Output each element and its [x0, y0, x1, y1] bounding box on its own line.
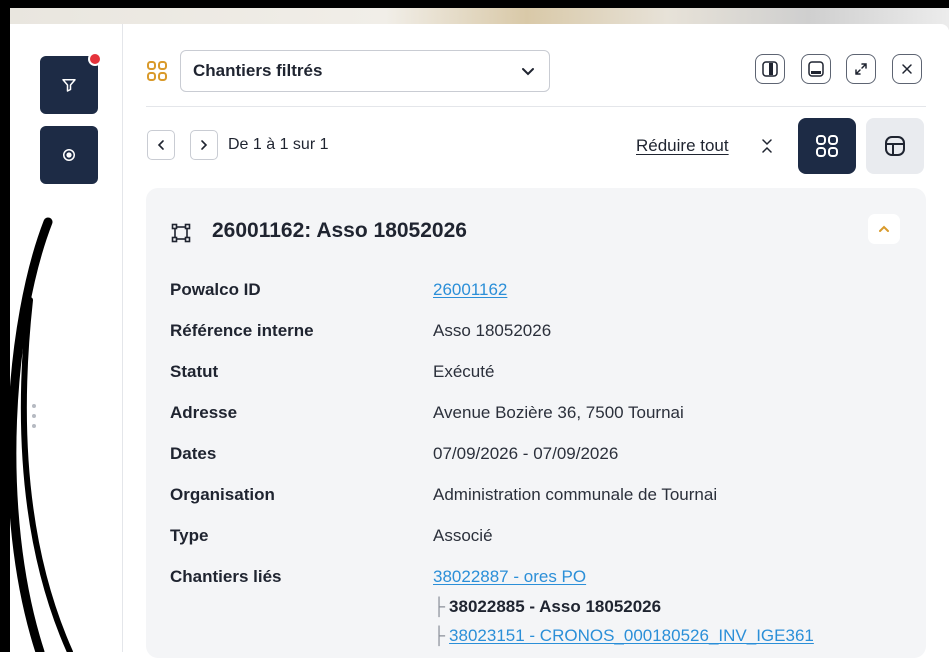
- chevron-down-icon: [522, 68, 534, 76]
- close-button[interactable]: [892, 54, 922, 84]
- chevron-up-icon: [879, 225, 889, 232]
- field-dates: Dates 07/09/2026 - 07/09/2026: [170, 444, 910, 466]
- filter-icon: [62, 79, 76, 92]
- pagination-status: De 1 à 1 sur 1: [228, 136, 329, 153]
- header-divider: [146, 106, 926, 107]
- linked-worksite-child: ├ 38023151 - CRONOS_000180526_INV_IGE361: [433, 626, 814, 646]
- field-label: Powalco ID: [170, 280, 261, 299]
- field-label: Dates: [170, 444, 217, 463]
- tree-branch-icon: ├: [433, 626, 446, 645]
- collapse-icon: [762, 139, 772, 153]
- field-value: Asso 18052026: [433, 321, 552, 340]
- chevron-right-icon: [201, 140, 208, 150]
- sidebar: [10, 24, 123, 652]
- split-vertical-icon: [762, 61, 778, 77]
- grid-icon: [147, 61, 167, 81]
- resize-handle[interactable]: [30, 404, 38, 438]
- linked-worksite-current: ├ 38022885 - Asso 18052026: [433, 597, 661, 617]
- expand-button[interactable]: [846, 54, 876, 84]
- expand-icon: [855, 63, 867, 75]
- linked-worksite-link[interactable]: 38023151 - CRONOS_000180526_INV_IGE361: [449, 626, 814, 645]
- notification-badge: [88, 52, 102, 66]
- field-address: Adresse Avenue Bozière 36, 7500 Tournai: [170, 403, 910, 425]
- filter-button[interactable]: [40, 52, 102, 114]
- field-value: Administration communale de Tournai: [433, 485, 718, 504]
- field-label: Statut: [170, 362, 219, 381]
- frame-border-top: [0, 0, 949, 8]
- split-view-button[interactable]: [755, 54, 785, 84]
- linked-worksite-parent-link[interactable]: 38022887 - ores PO: [433, 567, 586, 587]
- field-label: Référence interne: [170, 321, 314, 340]
- field-value: Avenue Bozière 36, 7500 Tournai: [433, 403, 684, 422]
- field-label: Type: [170, 526, 209, 545]
- minimize-button[interactable]: [801, 54, 831, 84]
- grid-view-button[interactable]: [798, 118, 856, 174]
- field-value: 07/09/2026 - 07/09/2026: [433, 444, 619, 463]
- field-value: Associé: [433, 526, 493, 545]
- field-type: Type Associé: [170, 526, 910, 548]
- polygon-icon: [171, 223, 191, 243]
- field-linked-worksites: Chantiers liés 38022887 - ores PO: [170, 567, 910, 589]
- field-powalco-id: Powalco ID 26001162: [170, 280, 910, 302]
- field-label: Adresse: [170, 403, 238, 422]
- worksite-set-select[interactable]: Chantiers filtrés: [180, 50, 550, 92]
- next-page-button[interactable]: [190, 130, 218, 160]
- collapse-card-button[interactable]: [868, 214, 900, 244]
- chevron-left-icon: [157, 140, 164, 150]
- frame-border-left: [0, 0, 10, 652]
- target-icon: [63, 149, 75, 161]
- field-label: Organisation: [170, 485, 275, 504]
- powalco-id-link[interactable]: 26001162: [433, 280, 507, 300]
- table-view-button[interactable]: [866, 118, 924, 174]
- field-status: Statut Exécuté: [170, 362, 910, 384]
- table-view-icon: [885, 136, 905, 156]
- settings-button[interactable]: [40, 126, 98, 184]
- collapse-all-link[interactable]: Réduire tout: [636, 136, 729, 156]
- field-organisation: Organisation Administration communale de…: [170, 485, 910, 507]
- field-value: Exécuté: [433, 362, 495, 381]
- close-icon: [902, 64, 912, 74]
- grid-view-icon: [816, 135, 838, 157]
- card-title: 26001162: Asso 18052026: [212, 219, 467, 242]
- select-value: Chantiers filtrés: [193, 61, 323, 80]
- previous-page-button[interactable]: [147, 130, 175, 160]
- field-internal-reference: Référence interne Asso 18052026: [170, 321, 910, 343]
- linked-worksite-label: 38022885 - Asso 18052026: [449, 597, 662, 616]
- tree-branch-icon: ├: [433, 597, 446, 616]
- minimize-icon: [808, 61, 824, 77]
- field-label: Chantiers liés: [170, 567, 282, 586]
